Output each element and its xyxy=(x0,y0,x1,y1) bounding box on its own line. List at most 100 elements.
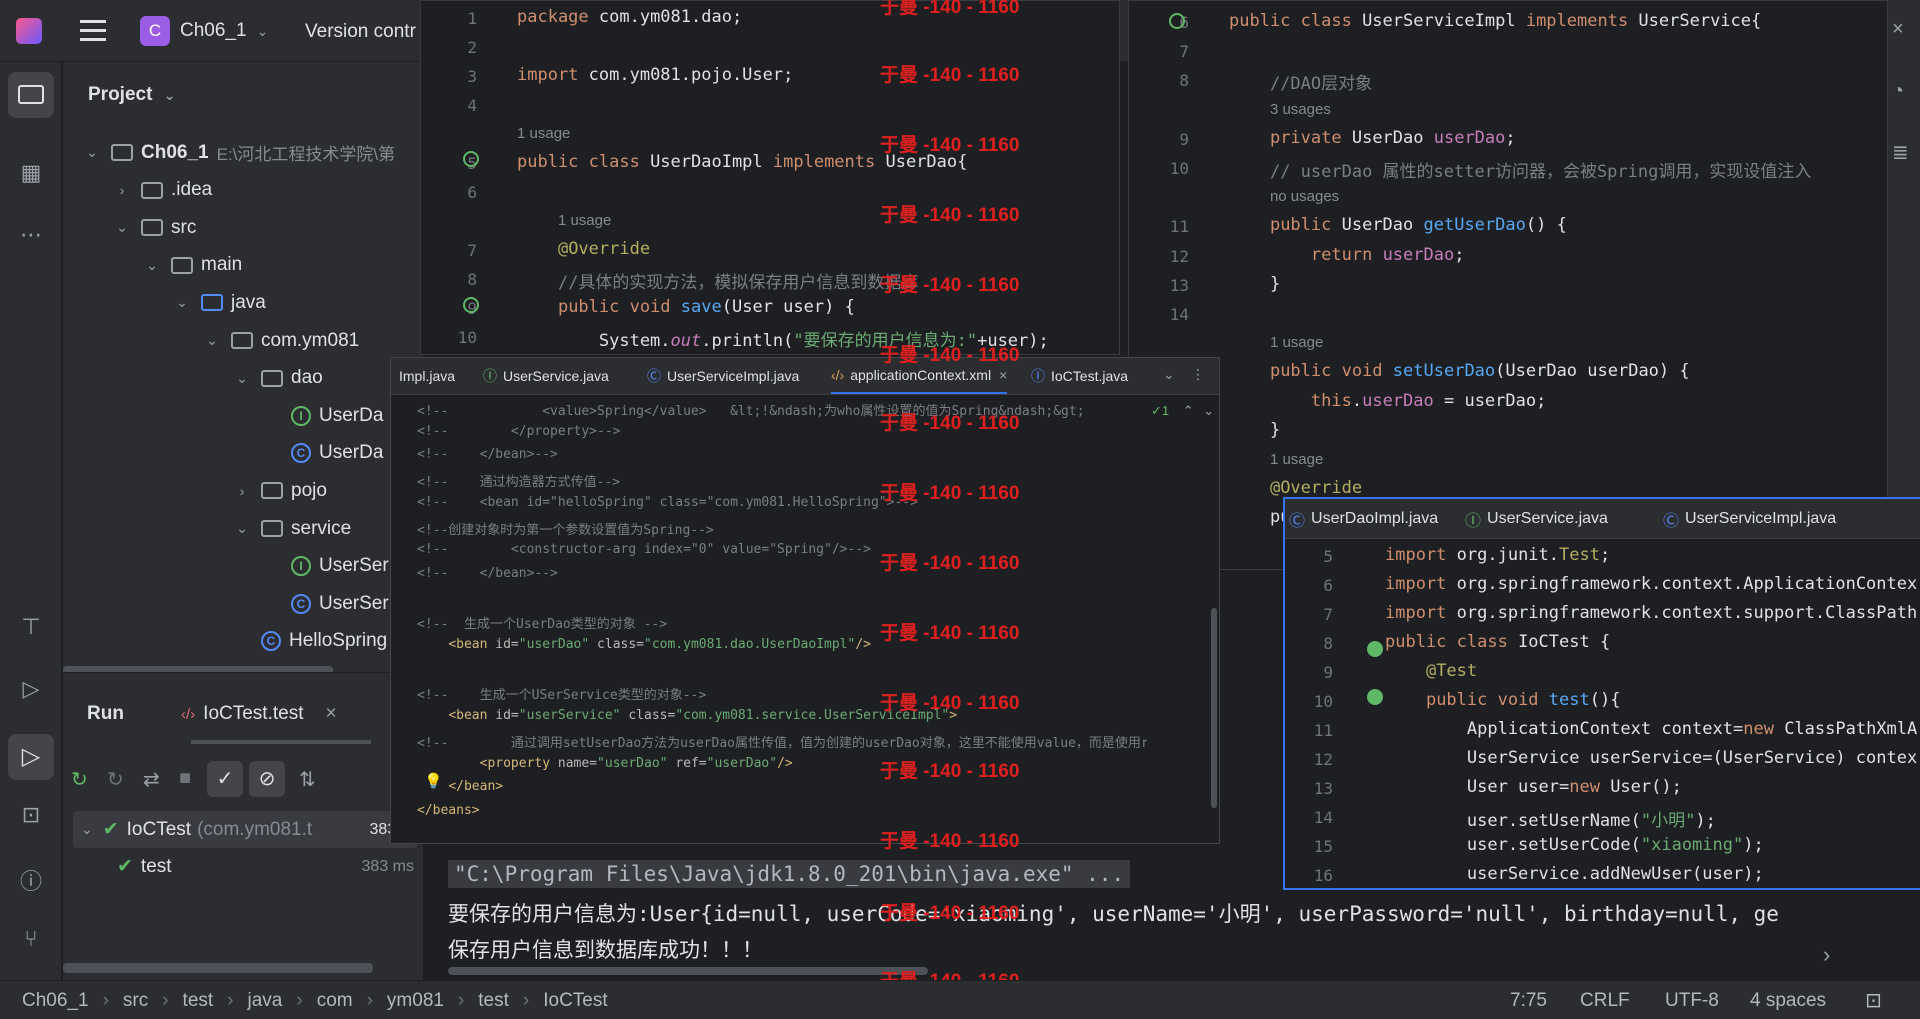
module-icon xyxy=(111,144,133,161)
xml-code-area[interactable]: <!-- <value>Spring</value> &lt;!&ndash;为… xyxy=(417,396,1147,836)
tree-item[interactable]: I UserSer xyxy=(63,548,389,585)
problems-icon[interactable]: ⓘ xyxy=(11,864,51,896)
tree-item[interactable]: ⌄ dao xyxy=(63,360,323,397)
impl-gutter-icon[interactable] xyxy=(1169,13,1185,29)
app-logo-icon[interactable] xyxy=(16,18,42,44)
close-icon[interactable]: × xyxy=(999,367,1007,383)
terminal-icon[interactable]: ⊡ xyxy=(11,802,51,828)
tree-item[interactable]: CMain xyxy=(63,660,330,664)
tree-item[interactable]: › .idea xyxy=(63,172,213,209)
editor-tab[interactable]: Ⓘ UserService.java xyxy=(483,358,609,394)
tree-item[interactable]: ⌄ com.ym081 xyxy=(63,322,359,359)
stop-icon[interactable]: ■ xyxy=(179,767,191,790)
breadcrumb-item[interactable]: ym081 xyxy=(387,990,444,1012)
editor-tab[interactable]: Ⓒ UserServiceImpl.java xyxy=(647,358,799,394)
editor-userserviceimpl[interactable]: 6 public class UserServiceImpl implements… xyxy=(1128,0,1888,570)
chevron-down-icon[interactable]: ⌄ xyxy=(145,257,159,274)
override-gutter-icon[interactable] xyxy=(463,297,479,313)
impl-gutter-icon[interactable] xyxy=(463,151,479,167)
editor-tab[interactable]: Ⓒ UserDaoImpl.java xyxy=(1289,499,1438,538)
chevron-right-icon[interactable]: › xyxy=(235,483,249,499)
chevron-down-icon[interactable]: ⌄ xyxy=(235,370,249,387)
chevron-down-icon[interactable]: ⌄ xyxy=(205,332,219,349)
tree-item[interactable]: ⌄ service xyxy=(63,510,351,547)
editor-tab[interactable]: ‹/› applicationContext.xml × xyxy=(831,358,1008,394)
database-icon[interactable]: ≣ xyxy=(1892,140,1909,165)
java-file-icon: Ⓘ xyxy=(1465,512,1482,530)
main-menu-icon[interactable] xyxy=(80,20,106,41)
vertical-scrollbar[interactable] xyxy=(1211,608,1217,808)
test-result-row[interactable]: ✔ test 383 ms xyxy=(73,848,418,885)
editor-tab[interactable]: Impl.java xyxy=(393,358,455,394)
run-test-gutter-icon[interactable] xyxy=(1367,689,1383,705)
lock-icon[interactable]: ⊡ xyxy=(1865,988,1882,1013)
tree-item[interactable]: ⌄ Ch06_1 E:\河北工程技术学院\第 xyxy=(63,134,395,171)
breadcrumb-item[interactable]: com xyxy=(317,990,353,1012)
chevron-down-icon[interactable]: ⌄ xyxy=(175,294,189,311)
more-icon[interactable]: ⋮ xyxy=(1191,366,1205,383)
folder-icon[interactable] xyxy=(8,72,54,118)
editor-userdaoimpl[interactable]: 1 package com.ym081.dao; 2 3 import com.ym08… xyxy=(420,0,1120,355)
tree-item[interactable]: › pojo xyxy=(63,472,327,509)
line-number: 7 xyxy=(1323,605,1333,624)
chevron-down-icon[interactable]: ⌄ xyxy=(115,219,129,236)
tree-item[interactable]: ⌄ src xyxy=(63,209,196,246)
tree-item[interactable]: I UserDa xyxy=(63,397,383,434)
chevron-right-icon[interactable]: › xyxy=(115,182,129,198)
close-icon[interactable]: × xyxy=(326,703,337,725)
run-test-gutter-icon[interactable] xyxy=(1367,641,1383,657)
code-line: UserService userService=(UserService) co… xyxy=(1385,748,1918,768)
breadcrumb-item[interactable]: Ch06_1 xyxy=(22,990,89,1012)
tree-item-label: UserDa xyxy=(319,404,384,426)
file-encoding[interactable]: UTF-8 xyxy=(1665,990,1719,1012)
tree-item[interactable]: ⌄ java xyxy=(63,284,266,321)
chevron-down-icon[interactable]: ⌄ xyxy=(235,520,249,537)
tree-item[interactable]: C HelloSpring xyxy=(63,623,387,660)
line-separator[interactable]: CRLF xyxy=(1580,990,1630,1012)
test-result-row[interactable]: ⌄ ✔ IoCTest (com.ym081.t 383 m xyxy=(73,811,418,848)
tree-item[interactable]: C UserSer xyxy=(63,585,389,622)
editor-tab[interactable]: Ⓘ IoCTest.java xyxy=(1031,358,1128,394)
chevron-down-icon[interactable]: ⌄ xyxy=(85,144,99,161)
indent-setting[interactable]: 4 spaces xyxy=(1750,990,1826,1012)
tree-item[interactable]: ⌄ main xyxy=(63,247,242,284)
horizontal-scrollbar[interactable] xyxy=(448,967,928,975)
run-tab[interactable]: ‹/› IoCTest.test × xyxy=(181,703,337,725)
bulb-icon[interactable]: 💡 xyxy=(424,772,443,790)
editor-ioctest[interactable]: Ⓒ UserDaoImpl.java Ⓘ UserService.java Ⓒ UserS… xyxy=(1283,497,1920,890)
chevron-right-icon[interactable]: › xyxy=(1823,942,1830,968)
horizontal-scrollbar[interactable] xyxy=(63,963,373,973)
project-panel-header[interactable]: Project ⌄ xyxy=(88,84,175,106)
notifications-icon[interactable]: ◔ xyxy=(1892,80,1904,103)
chevron-down-icon[interactable]: ⌄ xyxy=(1163,366,1175,383)
breadcrumb-item[interactable]: src xyxy=(123,990,148,1012)
services-icon[interactable]: ▷ xyxy=(11,676,51,702)
show-passed-icon[interactable]: ✓ xyxy=(207,761,243,797)
inspection-widget[interactable]: ✓1 ⌃ ⌄ xyxy=(1151,403,1214,419)
vcs-widget[interactable]: Version contr xyxy=(305,21,416,43)
breadcrumb-item[interactable]: test xyxy=(478,990,509,1012)
show-ignored-icon[interactable]: ⊘ xyxy=(249,761,285,797)
run-icon[interactable]: ▷ xyxy=(8,734,54,780)
structure-icon[interactable]: ▦ xyxy=(11,160,51,186)
more-icon[interactable]: ⋯ xyxy=(11,222,51,248)
toggle-auto-test-icon[interactable]: ⇄ xyxy=(143,767,160,792)
git-icon[interactable]: ⑂ xyxy=(11,926,51,952)
editor-applicationcontext-xml[interactable]: Impl.java Ⓘ UserService.java Ⓒ UserServiceIm… xyxy=(390,357,1220,844)
java-code-area[interactable]: 5 import org.junit.Test; 6 import org.sprin… xyxy=(1285,541,1920,886)
breadcrumb: Ch06_1 › src › test › java › com › ym081 › test › IoCT… xyxy=(22,990,608,1012)
caret-position[interactable]: 7:75 xyxy=(1510,990,1547,1012)
line-number: 9 xyxy=(1179,129,1189,149)
breadcrumb-item[interactable]: IoCTest xyxy=(543,990,607,1012)
editor-tab[interactable]: Ⓒ UserServiceImpl.java xyxy=(1663,499,1836,538)
rerun-icon[interactable]: ↻ xyxy=(71,767,88,792)
close-icon[interactable]: × xyxy=(1892,18,1904,41)
editor-tab[interactable]: Ⓘ UserService.java xyxy=(1465,499,1608,538)
rerun-failed-icon[interactable]: ↻ xyxy=(107,767,124,792)
breadcrumb-item[interactable]: java xyxy=(248,990,283,1012)
sort-icon[interactable]: ⇅ xyxy=(299,767,316,792)
tree-item[interactable]: C UserDa xyxy=(63,435,383,472)
build-icon[interactable]: ⊤ xyxy=(11,614,51,640)
project-selector[interactable]: C Ch06_1 ⌄ xyxy=(140,16,268,46)
breadcrumb-item[interactable]: test xyxy=(183,990,214,1012)
